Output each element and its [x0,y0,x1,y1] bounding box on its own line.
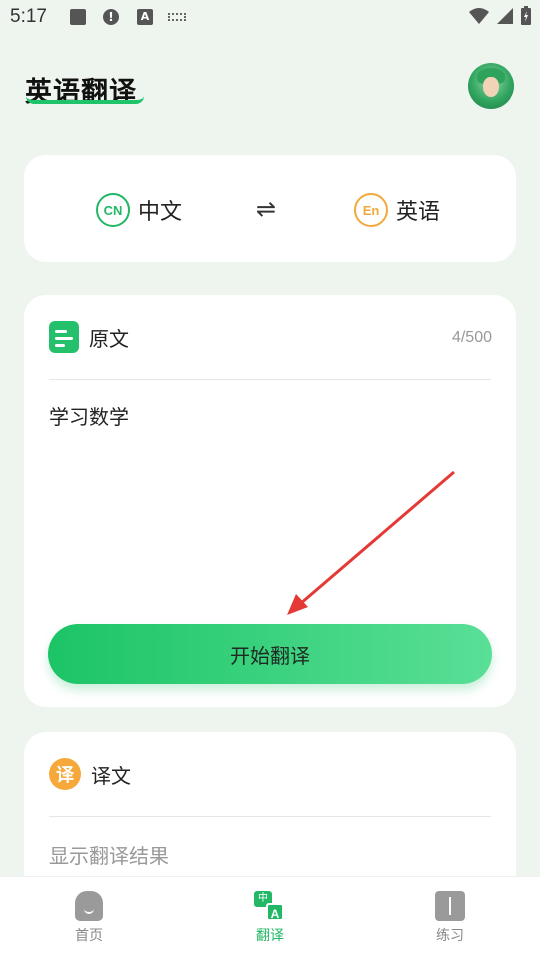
nav-home-label: 首页 [75,928,103,944]
book-icon [435,891,465,921]
nav-translate[interactable]: 中 A 翻译 [225,891,315,945]
document-icon [49,321,79,353]
avatar-face [483,77,499,97]
target-language-button[interactable]: En 英语 [354,193,440,227]
status-bar: 5:17 ! A [0,0,540,36]
keyboard-icon [168,13,186,21]
bottom-nav: 首页 中 A 翻译 练习 [0,876,540,960]
source-text-card: 原文 4/500 学习数学 开始翻译 [24,295,516,707]
divider [49,379,491,380]
en-badge-icon: En [354,193,388,227]
source-text-input[interactable]: 学习数学 [49,401,129,430]
source-title: 原文 [89,326,129,351]
nav-translate-label: 翻译 [256,928,284,944]
source-language-button[interactable]: CN 中文 [96,193,182,227]
target-language-label: 英语 [396,200,441,225]
wifi-icon [469,8,489,24]
nav-practice[interactable]: 练习 [405,891,495,945]
result-placeholder: 显示翻译结果 [49,844,169,868]
home-icon [75,891,103,921]
start-translate-button[interactable]: 开始翻译 [48,624,492,684]
translate-badge-icon: 译 [49,758,81,790]
battery-icon [521,6,531,25]
char-count: 4/500 [451,329,492,346]
alert-icon: ! [103,9,119,25]
nav-home[interactable]: 首页 [44,891,134,945]
status-time: 5:17 [10,6,47,27]
nav-practice-label: 练习 [436,928,464,944]
result-title: 译文 [91,763,131,788]
swap-languages-icon[interactable]: ⇌ [256,195,276,223]
a-icon: A [137,9,153,25]
language-selector-card: CN 中文 ⇌ En 英语 [24,155,516,262]
cn-badge-icon: CN [96,193,130,227]
source-language-label: 中文 [138,200,183,225]
image-icon [70,9,86,25]
signal-icon [497,8,513,24]
result-header: 译 译文 [49,758,131,790]
source-header: 原文 [49,321,129,353]
divider [49,816,491,817]
title-underline [26,96,144,104]
avatar[interactable] [468,63,514,109]
translate-icon: 中 A [254,891,286,921]
